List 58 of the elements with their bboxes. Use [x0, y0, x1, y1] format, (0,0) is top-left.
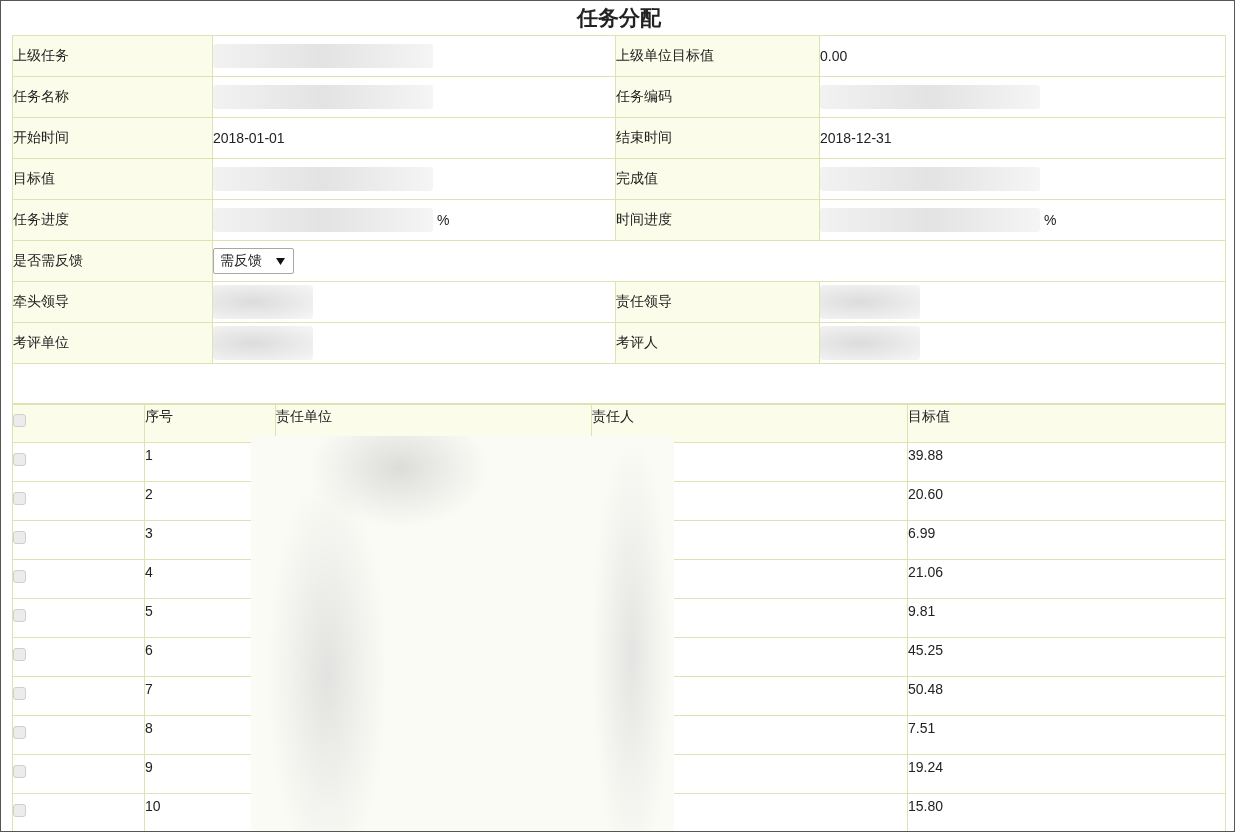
field-label: 任务进度	[13, 211, 69, 227]
table-cell: 6.99	[908, 525, 936, 541]
row-checkbox[interactable]	[13, 492, 26, 505]
field-value: 2018-12-31	[820, 130, 892, 146]
column-header: 责任人	[592, 408, 634, 424]
field-label: 牵头领导	[13, 293, 69, 309]
row-checkbox[interactable]	[13, 531, 26, 544]
field-value: 2018-01-01	[213, 130, 285, 146]
field-label: 开始时间	[13, 129, 69, 145]
table-cell: 2	[145, 486, 153, 502]
table-cell: 9	[145, 759, 153, 775]
table-cell: 1	[145, 447, 153, 463]
table-cell: 7	[145, 681, 153, 697]
row-checkbox[interactable]	[13, 648, 26, 661]
field-label: 上级任务	[13, 47, 69, 63]
field-value: 0.00	[820, 48, 848, 64]
percent-sign: %	[1044, 212, 1057, 228]
table-cell: 9.81	[908, 603, 936, 619]
row-checkbox[interactable]	[13, 804, 26, 817]
caret-icon	[276, 257, 285, 265]
row-checkbox[interactable]	[13, 726, 26, 739]
field-label: 任务名称	[13, 88, 69, 104]
table-cell: 39.88	[908, 447, 944, 463]
feedback-dropdown[interactable]: 需反馈	[213, 248, 294, 274]
field-label: 上级单位目标值	[616, 47, 714, 63]
field-label: 目标值	[13, 170, 55, 186]
table-cell: 7.51	[908, 720, 936, 736]
table-cell: 50.48	[908, 681, 944, 697]
field-label: 完成值	[616, 170, 658, 186]
field-label: 是否需反馈	[13, 252, 83, 268]
column-header: 责任单位	[276, 408, 332, 424]
table-cell: 20.60	[908, 486, 944, 502]
field-label: 时间进度	[616, 211, 672, 227]
table-cell: 45.25	[908, 642, 944, 658]
field-label: 考评单位	[13, 334, 69, 350]
row-checkbox[interactable]	[13, 609, 26, 622]
field-label: 考评人	[616, 334, 658, 350]
row-checkbox[interactable]	[13, 687, 26, 700]
table-cell: 6	[145, 642, 153, 658]
table-cell: 3	[145, 525, 153, 541]
table-cell: 15.80	[908, 798, 944, 814]
table-cell: 19.24	[908, 759, 944, 775]
percent-sign: %	[437, 212, 450, 228]
table-cell: 8	[145, 720, 153, 736]
select-all-checkbox[interactable]	[13, 414, 26, 427]
field-label: 结束时间	[616, 129, 672, 145]
column-header: 序号	[145, 408, 173, 424]
page-title: 任务分配	[575, 5, 662, 31]
row-checkbox[interactable]	[13, 453, 26, 466]
field-label: 责任领导	[616, 293, 672, 309]
table-cell: 4	[145, 564, 153, 580]
table-cell: 5	[145, 603, 153, 619]
table-cell: 21.06	[908, 564, 944, 580]
field-label: 任务编码	[616, 88, 672, 104]
table-cell: 10	[145, 798, 161, 814]
row-checkbox[interactable]	[13, 570, 26, 583]
column-header: 目标值	[908, 408, 950, 424]
row-checkbox[interactable]	[13, 765, 26, 778]
